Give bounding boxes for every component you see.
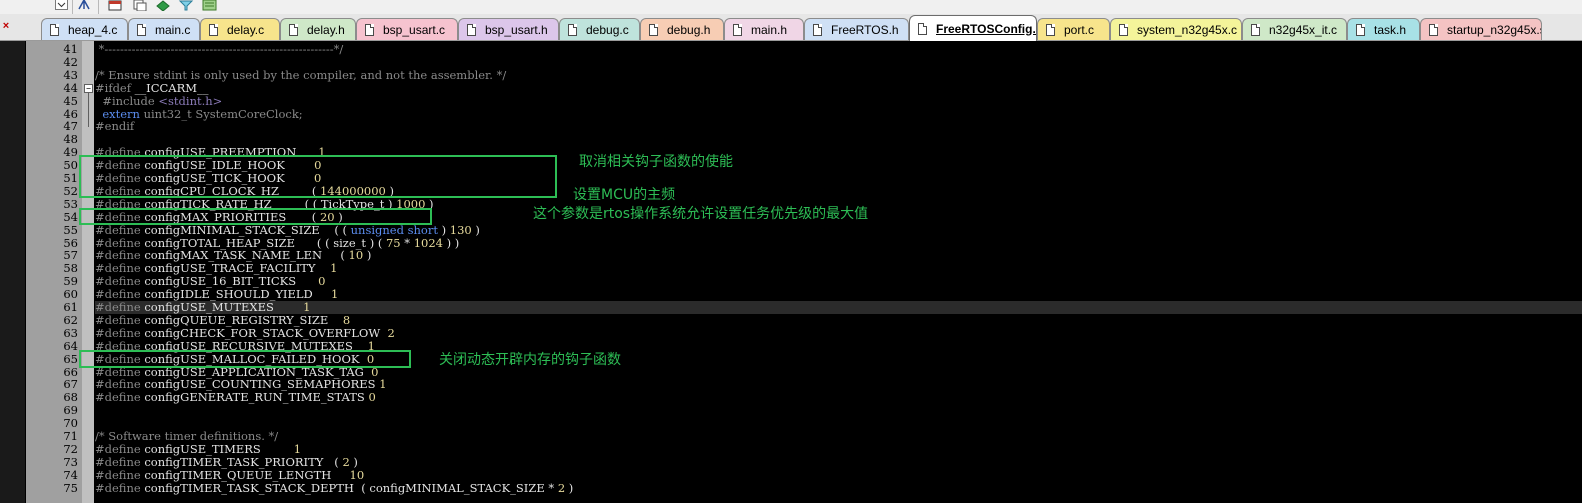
chevron-down-icon[interactable] <box>55 0 71 11</box>
line-number: 45 <box>63 93 78 108</box>
tab-bsp-usart-h[interactable]: bsp_usart.h <box>458 18 559 40</box>
annotation-box-max-priorities <box>79 208 432 225</box>
file-icon <box>137 23 146 36</box>
tab-label: task.h <box>1374 22 1407 37</box>
window-icon[interactable] <box>108 0 124 11</box>
annotation-text-clock: 设置MCU的主频 <box>573 187 676 203</box>
tab-system-n32g45x-c[interactable]: system_n32g45x.c <box>1110 18 1242 40</box>
line-number: 64 <box>63 338 78 353</box>
tab-bsp-usart-c[interactable]: bsp_usart.c <box>356 18 458 40</box>
map-icon[interactable] <box>202 0 218 11</box>
tab-label: FreeRTOS.h <box>831 22 899 37</box>
file-icon <box>813 23 822 36</box>
tab-n32g45x-it-c[interactable]: n32g45x_it.c <box>1242 18 1347 40</box>
tab-port-c[interactable]: port.c <box>1037 18 1110 40</box>
line-number: 52 <box>63 183 78 198</box>
tab-main-c[interactable]: main.c <box>128 18 200 40</box>
tab-label: FreeRTOSConfig.h <box>936 21 1037 36</box>
line-number: 43 <box>63 67 78 82</box>
code-line: #define configGENERATE_RUN_TIME_STATS 0 <box>95 390 376 405</box>
editor-left-margin <box>0 41 26 503</box>
tab-label: delay.c <box>227 22 265 37</box>
line-number: 73 <box>63 454 78 469</box>
annotation-box-malloc-hook <box>79 350 411 368</box>
hierarchy-icon[interactable] <box>76 0 92 11</box>
annotation-text-priorities: 这个参数是rtos操作系统允许设置任务优先级的最大值 <box>533 206 869 222</box>
tab-debug-c[interactable]: debug.c <box>559 18 640 40</box>
fold-guide <box>88 93 89 127</box>
tab-freertos-h[interactable]: FreeRTOS.h <box>804 18 909 40</box>
tab-label: main.c <box>155 22 191 37</box>
file-icon <box>733 23 742 36</box>
file-icon <box>1356 23 1365 36</box>
close-icon[interactable]: × <box>0 20 12 32</box>
line-number: 74 <box>63 467 78 482</box>
tab-label: port.c <box>1064 22 1095 37</box>
tab-freertosconfig-h[interactable]: FreeRTOSConfig.h <box>909 15 1037 41</box>
code-editor[interactable]: 41 *------------------------------------… <box>0 41 1582 503</box>
line-number: 44 <box>63 80 78 95</box>
toolbar-separator <box>72 0 73 14</box>
line-number: 65 <box>63 351 78 366</box>
file-icon <box>1046 23 1055 36</box>
line-number: 53 <box>63 196 78 211</box>
file-icon <box>467 23 476 36</box>
line-number: 72 <box>63 441 78 456</box>
diamond-icon[interactable] <box>155 0 171 12</box>
tab-label: bsp_usart.h <box>485 22 548 37</box>
code-line: *---------------------------------------… <box>95 42 344 56</box>
code-line: #endif <box>95 119 135 134</box>
filter-icon[interactable] <box>178 0 194 11</box>
line-number: 63 <box>63 325 78 340</box>
file-icon <box>1429 23 1438 36</box>
tab-label: startup_n32g45x.s <box>1447 22 1542 37</box>
copy-icon[interactable] <box>132 0 148 12</box>
tab-startup-n32g45x-s[interactable]: startup_n32g45x.s <box>1420 18 1542 40</box>
toolbar <box>0 0 1582 14</box>
line-number: 62 <box>63 312 78 327</box>
tab-main-h[interactable]: main.h <box>724 18 804 40</box>
tab-label: debug.c <box>586 22 629 37</box>
tab-label: system_n32g45x.c <box>1137 22 1238 37</box>
tab-debug-h[interactable]: debug.h <box>640 18 724 40</box>
tab-label: heap_4.c <box>68 22 118 37</box>
tab-label: delay.h <box>307 22 345 37</box>
line-number: 42 <box>63 54 78 69</box>
tab-task-h[interactable]: task.h <box>1347 18 1420 40</box>
line-number: 54 <box>63 209 78 224</box>
tab-delay-c[interactable]: delay.c <box>200 18 280 40</box>
file-icon <box>289 23 298 36</box>
file-icon <box>1251 23 1260 36</box>
toolbar-separator <box>98 0 99 14</box>
line-number: 75 <box>63 480 78 495</box>
line-number: 55 <box>63 222 78 237</box>
file-icon <box>50 23 59 36</box>
annotation-text-malloc: 关闭动态开辟内存的钩子函数 <box>439 352 621 368</box>
file-icon <box>918 22 927 35</box>
tab-label: main.h <box>751 22 788 37</box>
tab-label: bsp_usart.c <box>383 22 446 37</box>
code-line: #define configTIMER_TASK_STACK_DEPTH ( c… <box>95 480 574 495</box>
tab-label: debug.h <box>667 22 711 37</box>
file-icon <box>365 23 374 36</box>
annotation-box-hooks <box>79 155 557 198</box>
tab-delay-h[interactable]: delay.h <box>280 18 356 40</box>
annotation-text-hooks: 取消相关钩子函数的使能 <box>579 154 733 170</box>
file-icon <box>1119 23 1128 36</box>
tab-label: n32g45x_it.c <box>1269 22 1338 37</box>
fold-toggle-icon[interactable]: − <box>84 84 93 93</box>
file-icon <box>209 23 218 36</box>
tab-heap-4-c[interactable]: heap_4.c <box>41 18 128 40</box>
file-icon <box>568 23 577 36</box>
file-icon <box>649 23 658 36</box>
